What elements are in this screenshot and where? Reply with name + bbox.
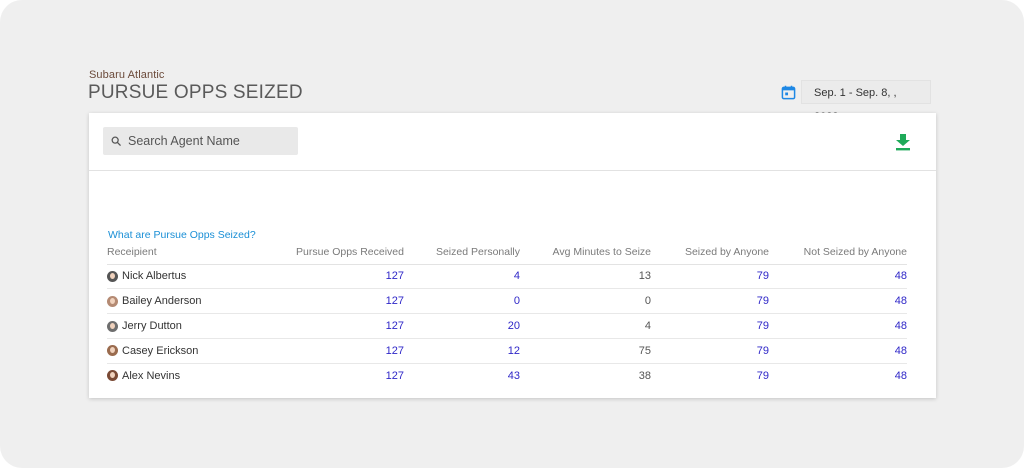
not-seized-cell: 48 <box>769 338 907 364</box>
received-cell: 127 <box>277 363 404 388</box>
column-header-received[interactable]: Pursue Opps Received <box>277 240 404 265</box>
page-title: PURSUE OPPS SEIZED <box>88 82 303 103</box>
table-row[interactable]: Jerry Dutton 127 20 4 79 48 <box>107 313 907 339</box>
column-header-avg-minutes[interactable]: Avg Minutes to Seize <box>520 240 651 265</box>
avatar <box>107 270 118 282</box>
avatar <box>107 345 118 357</box>
search-box[interactable] <box>103 127 298 155</box>
recipient-cell: Nick Albertus <box>107 264 277 290</box>
not-seized-cell-value[interactable]: 48 <box>895 295 907 307</box>
avatar <box>107 370 118 382</box>
table-row[interactable]: Nick Albertus 127 4 13 79 48 <box>107 264 907 290</box>
received-cell-value[interactable]: 127 <box>386 295 404 307</box>
avg-minutes-cell: 38 <box>520 363 651 388</box>
received-cell: 127 <box>277 288 404 315</box>
received-cell: 127 <box>277 313 404 339</box>
seized-by-anyone-cell-value[interactable]: 79 <box>757 295 769 307</box>
report-card: What are Pursue Opps Seized? Receipient … <box>89 113 936 398</box>
recipient-name: Nick Albertus <box>122 270 187 283</box>
avatar <box>107 295 118 307</box>
avg-minutes-cell-value: 4 <box>644 319 651 332</box>
table-header-row: Receipient Pursue Opps Received Seized P… <box>107 240 907 265</box>
search-input[interactable] <box>128 128 288 154</box>
seized-personally-cell-value[interactable]: 43 <box>508 370 520 382</box>
column-header-not-seized[interactable]: Not Seized by Anyone <box>769 240 907 265</box>
avg-minutes-cell-value: 38 <box>638 369 651 382</box>
seized-by-anyone-cell: 79 <box>651 363 769 388</box>
seized-personally-cell: 20 <box>404 313 520 339</box>
card-toolbar <box>89 113 936 171</box>
recipient-name: Jerry Dutton <box>122 320 182 333</box>
column-header-recipient[interactable]: Receipient <box>107 240 277 265</box>
table-row[interactable]: Alex Nevins 127 43 38 79 48 <box>107 363 907 388</box>
received-cell: 127 <box>277 264 404 290</box>
seized-by-anyone-cell-value[interactable]: 79 <box>757 320 769 332</box>
column-header-seized-by-anyone[interactable]: Seized by Anyone <box>651 240 769 265</box>
received-cell: 127 <box>277 338 404 364</box>
recipient-name: Alex Nevins <box>122 369 181 382</box>
not-seized-cell: 48 <box>769 313 907 339</box>
received-cell-value[interactable]: 127 <box>386 345 404 357</box>
not-seized-cell-value[interactable]: 48 <box>895 270 907 282</box>
recipient-cell: Jerry Dutton <box>107 313 277 339</box>
seized-by-anyone-cell: 79 <box>651 288 769 315</box>
table-row[interactable]: Casey Erickson 127 12 75 79 48 <box>107 338 907 364</box>
seized-personally-cell: 0 <box>404 288 520 315</box>
recipient-cell: Alex Nevins <box>107 363 277 388</box>
seized-personally-cell-value[interactable]: 12 <box>508 345 520 357</box>
avg-minutes-cell-value: 75 <box>638 344 651 357</box>
received-cell-value[interactable]: 127 <box>386 370 404 382</box>
date-range-picker[interactable]: Sep. 1 - Sep. 8, , 2023 <box>781 80 931 123</box>
avg-minutes-cell: 75 <box>520 338 651 364</box>
recipient-cell: Bailey Anderson <box>107 288 277 315</box>
seized-personally-cell-value[interactable]: 4 <box>514 270 520 282</box>
table-row[interactable]: Bailey Anderson 127 0 0 79 48 <box>107 288 907 315</box>
seized-by-anyone-cell-value[interactable]: 79 <box>757 270 769 282</box>
avg-minutes-cell: 13 <box>520 264 651 290</box>
not-seized-cell-value[interactable]: 48 <box>895 370 907 382</box>
not-seized-cell-value[interactable]: 48 <box>895 345 907 357</box>
recipient-cell: Casey Erickson <box>107 338 277 364</box>
calendar-icon[interactable] <box>781 85 796 100</box>
seized-personally-cell-value[interactable]: 20 <box>508 320 520 332</box>
seized-personally-cell: 43 <box>404 363 520 388</box>
not-seized-cell: 48 <box>769 288 907 315</box>
search-icon <box>111 136 121 146</box>
received-cell-value[interactable]: 127 <box>386 270 404 282</box>
not-seized-cell: 48 <box>769 363 907 388</box>
seized-by-anyone-cell: 79 <box>651 338 769 364</box>
recipient-name: Casey Erickson <box>122 344 199 357</box>
seized-personally-cell: 12 <box>404 338 520 364</box>
seized-table: Receipient Pursue Opps Received Seized P… <box>107 240 907 388</box>
seized-personally-cell-value[interactable]: 0 <box>514 295 520 307</box>
received-cell-value[interactable]: 127 <box>386 320 404 332</box>
page-background: Subaru Atlantic PURSUE OPPS SEIZED Sep. … <box>0 0 1024 468</box>
column-header-seized-personally[interactable]: Seized Personally <box>404 240 520 265</box>
recipient-name: Bailey Anderson <box>122 295 202 308</box>
download-icon[interactable] <box>895 133 911 151</box>
avg-minutes-cell: 4 <box>520 313 651 339</box>
not-seized-cell: 48 <box>769 264 907 290</box>
seized-by-anyone-cell-value[interactable]: 79 <box>757 370 769 382</box>
date-range-field[interactable]: Sep. 1 - Sep. 8, , 2023 <box>801 80 931 123</box>
seized-by-anyone-cell-value[interactable]: 79 <box>757 345 769 357</box>
avatar <box>107 320 118 332</box>
avg-minutes-cell: 0 <box>520 288 651 315</box>
avg-minutes-cell-value: 0 <box>644 295 651 308</box>
seized-personally-cell: 4 <box>404 264 520 290</box>
avg-minutes-cell-value: 13 <box>638 270 651 283</box>
not-seized-cell-value[interactable]: 48 <box>895 320 907 332</box>
seized-by-anyone-cell: 79 <box>651 313 769 339</box>
dealer-name: Subaru Atlantic <box>89 69 165 81</box>
seized-by-anyone-cell: 79 <box>651 264 769 290</box>
